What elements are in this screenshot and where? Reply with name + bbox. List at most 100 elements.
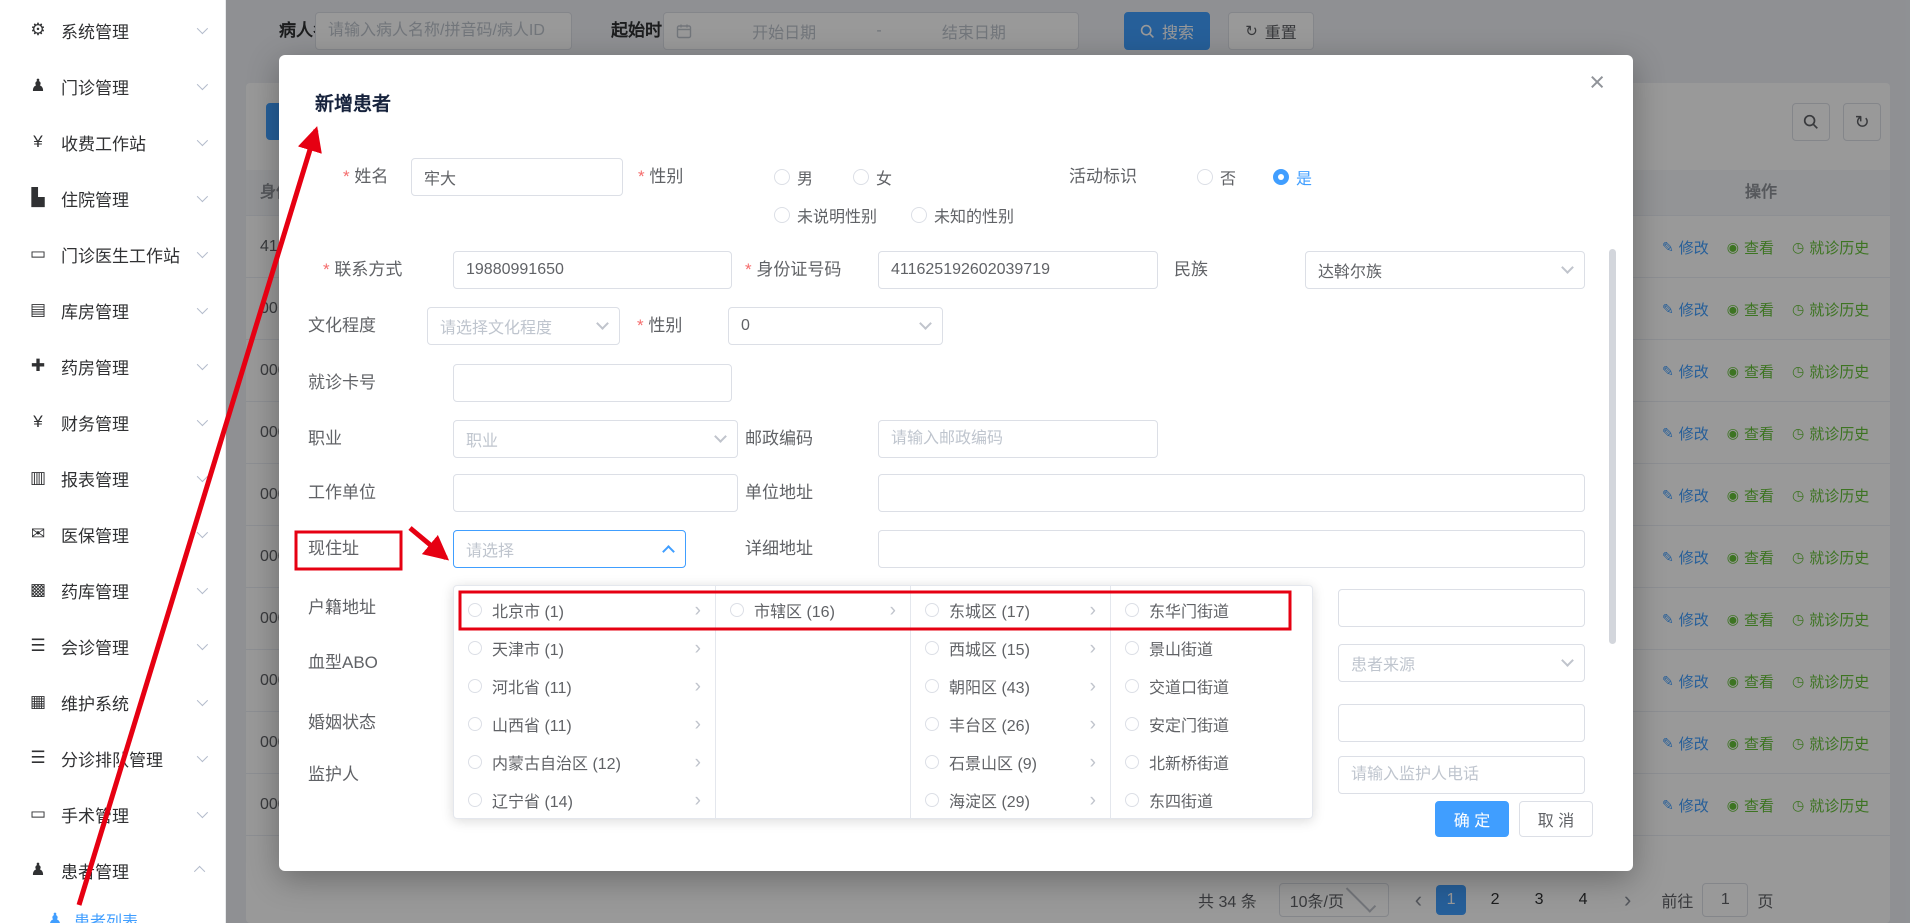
cascader-option[interactable]: 天津市 (1) › [454, 629, 715, 667]
radio-checked-icon [1273, 169, 1289, 185]
ethnicity-select[interactable]: 达斡尔族 [1305, 251, 1585, 289]
chevron-right-icon: › [890, 601, 896, 620]
cascader-option[interactable]: 景山街道 [1111, 629, 1312, 667]
person-icon: ♟ [26, 860, 50, 880]
marital-status-label: 婚姻状态 [308, 711, 376, 735]
sidebar-item[interactable]: ▤ 库房管理 [0, 282, 225, 338]
chevron-down-icon [197, 471, 208, 482]
cascader-option[interactable]: 石景山区 (9) › [911, 743, 1110, 781]
sidebar-item[interactable]: ▭ 门诊医生工作站 [0, 226, 225, 282]
cancel-button[interactable]: 取 消 [1519, 801, 1593, 837]
radio-icon [1125, 755, 1139, 769]
current-address-label: 现住址 [308, 537, 359, 561]
sidebar-item[interactable]: ♟ 门诊管理 [0, 58, 225, 114]
unit-address-input[interactable] [878, 474, 1585, 512]
cascader-option[interactable]: 北京市 (1) › [454, 591, 715, 629]
radio-no[interactable]: 否 [1197, 165, 1236, 189]
gender-code-label: 性别 [637, 314, 682, 338]
chevron-down-icon [197, 247, 208, 258]
chart-icon: ▙ [26, 188, 50, 208]
current-address-cascader-select[interactable]: 请选择 [453, 530, 686, 568]
visit-card-input[interactable] [453, 364, 732, 402]
cascader-option[interactable]: 山西省 (11) › [454, 705, 715, 743]
grid-icon: ▩ [26, 580, 50, 600]
occupation-select[interactable]: 职业 [453, 420, 738, 458]
radio-unknown[interactable]: 未知的性别 [911, 203, 1014, 227]
cascader-option[interactable]: 朝阳区 (43) › [911, 667, 1110, 705]
sidebar-item[interactable]: ▙ 住院管理 [0, 170, 225, 226]
marital-right-input[interactable] [1338, 704, 1585, 742]
sidebar-item[interactable]: ✚ 药房管理 [0, 338, 225, 394]
sidebar-item[interactable]: ▦ 维护系统 [0, 674, 225, 730]
radio-icon [468, 679, 482, 693]
cascader-option[interactable]: 西城区 (15) › [911, 629, 1110, 667]
confirm-button[interactable]: 确 定 [1435, 801, 1509, 837]
radio-unexplained[interactable]: 未说明性别 [774, 203, 877, 227]
detail-address-input[interactable] [878, 530, 1585, 568]
cascader-option[interactable]: 北新桥街道 [1111, 743, 1312, 781]
cascader-option[interactable]: 丰台区 (26) › [911, 705, 1110, 743]
chevron-right-icon: › [695, 639, 701, 658]
sidebar-item[interactable]: ☰ 会诊管理 [0, 618, 225, 674]
guardian-phone-input[interactable] [1338, 756, 1585, 794]
chevron-right-icon: › [1090, 601, 1096, 620]
cascader-option[interactable]: 东城区 (17) › [911, 591, 1110, 629]
active-flag-label: 活动标识 [1069, 165, 1137, 189]
sidebar-item[interactable]: ¥ 收费工作站 [0, 114, 225, 170]
sidebar-item[interactable]: ¥ 财务管理 [0, 394, 225, 450]
radio-icon [468, 603, 482, 617]
unit-address-label: 单位地址 [745, 481, 813, 505]
household-right-input[interactable] [1338, 589, 1585, 627]
patient-source-select[interactable]: 患者来源 [1338, 644, 1585, 682]
modal-scrollbar[interactable] [1609, 249, 1616, 644]
cascader-option[interactable]: 交道口街道 [1111, 667, 1312, 705]
sidebar-item[interactable]: ▩ 药库管理 [0, 562, 225, 618]
radio-yes[interactable]: 是 [1273, 165, 1312, 189]
sidebar-item[interactable]: ☰ 分诊排队管理 [0, 730, 225, 786]
sidebar-item[interactable]: ✉ 医保管理 [0, 506, 225, 562]
work-unit-input[interactable] [453, 474, 738, 512]
radio-icon [730, 603, 744, 617]
chevron-right-icon: › [1090, 677, 1096, 696]
surgery-icon: ▭ [26, 804, 50, 824]
visit-card-label: 就诊卡号 [308, 371, 376, 395]
radio-male[interactable]: 男 [774, 165, 813, 189]
sidebar: ⚙ 系统管理 ♟ 门诊管理 ¥ 收费工作站 ▙ 住院管理 ▭ 门诊医生工作站 ▤… [0, 0, 226, 923]
cascader-option[interactable]: 内蒙古自治区 (12) › [454, 743, 715, 781]
radio-icon [1125, 641, 1139, 655]
radio-icon [1125, 603, 1139, 617]
id-number-input[interactable] [878, 251, 1158, 289]
sidebar-item[interactable]: ⚙ 系统管理 [0, 2, 225, 58]
sidebar-item-patient-list[interactable]: ♟ 患者列表 [0, 898, 225, 923]
cascader-option[interactable]: 河北省 (11) › [454, 667, 715, 705]
postal-code-input[interactable] [878, 420, 1158, 458]
chevron-right-icon: › [695, 791, 701, 810]
close-icon[interactable]: × [1589, 69, 1605, 96]
sidebar-item[interactable]: ▥ 报表管理 [0, 450, 225, 506]
name-input[interactable] [411, 158, 623, 196]
chevron-down-icon [197, 751, 208, 762]
radio-icon [925, 755, 939, 769]
radio-icon [774, 169, 790, 185]
sidebar-item[interactable]: ▭ 手术管理 [0, 786, 225, 842]
occupation-label: 职业 [308, 427, 342, 451]
radio-icon [925, 679, 939, 693]
cascader-option[interactable]: 海淀区 (29) › [911, 781, 1110, 818]
gender-radio-group: 男 女 [774, 165, 892, 189]
cascader-option[interactable]: 东四街道 [1111, 781, 1312, 818]
radio-female[interactable]: 女 [853, 165, 892, 189]
cascader-option[interactable]: 安定门街道 [1111, 705, 1312, 743]
chevron-down-icon [197, 583, 208, 594]
chevron-right-icon: › [1090, 753, 1096, 772]
cascader-option[interactable]: 东华门街道 [1111, 591, 1312, 629]
cascader-option[interactable]: 市辖区 (16) › [716, 591, 910, 629]
chevron-down-icon [197, 135, 208, 146]
yen-icon: ¥ [26, 132, 50, 152]
cascader-option[interactable]: 辽宁省 (14) › [454, 781, 715, 818]
patient-list-icon: ♟ [44, 910, 66, 923]
gender-code-select[interactable]: 0 [728, 307, 943, 345]
contact-input[interactable] [453, 251, 732, 289]
education-select[interactable]: 请选择文化程度 [427, 307, 620, 345]
ethnicity-label: 民族 [1174, 258, 1208, 282]
sidebar-item[interactable]: ♟ 患者管理 [0, 842, 225, 898]
